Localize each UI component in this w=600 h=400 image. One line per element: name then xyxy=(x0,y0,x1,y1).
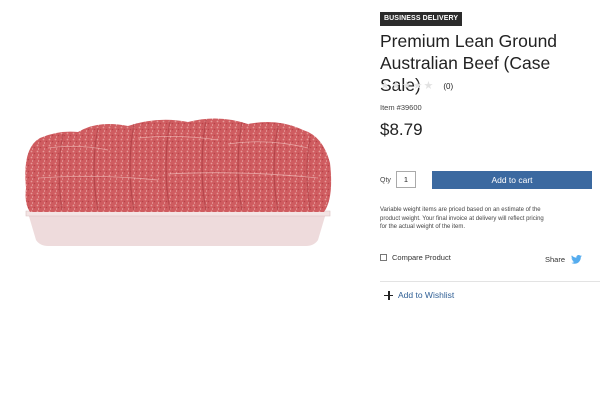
product-image xyxy=(25,118,332,246)
star-empty-icon: ★ xyxy=(390,79,401,92)
compare-label: Compare Product xyxy=(392,253,451,262)
share-section: Share xyxy=(545,255,582,264)
share-label: Share xyxy=(545,255,566,264)
product-rating[interactable]: ★ ★ ★ ★ ★ (0) xyxy=(380,80,453,92)
star-empty-icon: ★ xyxy=(423,79,434,92)
plus-icon xyxy=(384,290,393,300)
compare-checkbox[interactable] xyxy=(380,254,387,261)
review-count[interactable]: (0) xyxy=(443,82,453,91)
business-delivery-badge: BUSINESS DELIVERY xyxy=(380,12,463,26)
add-to-wishlist-link[interactable]: Add to Wishlist xyxy=(384,290,454,300)
qty-label: Qty xyxy=(380,177,391,184)
twitter-icon[interactable] xyxy=(571,255,582,264)
add-to-cart-button[interactable]: Add to cart xyxy=(432,171,592,189)
star-empty-icon: ★ xyxy=(401,79,412,92)
rating-stars: ★ ★ ★ ★ ★ xyxy=(380,79,434,92)
compare-product[interactable]: Compare Product xyxy=(380,253,451,262)
star-empty-icon: ★ xyxy=(412,79,423,92)
star-empty-icon: ★ xyxy=(380,79,390,92)
product-price: $8.79 xyxy=(380,120,423,139)
quantity-input[interactable] xyxy=(396,171,416,188)
item-number: Item #39600 xyxy=(380,103,422,112)
divider xyxy=(380,281,600,282)
variable-weight-notice: Variable weight items are priced based o… xyxy=(380,207,544,230)
wishlist-label: Add to Wishlist xyxy=(398,290,455,300)
